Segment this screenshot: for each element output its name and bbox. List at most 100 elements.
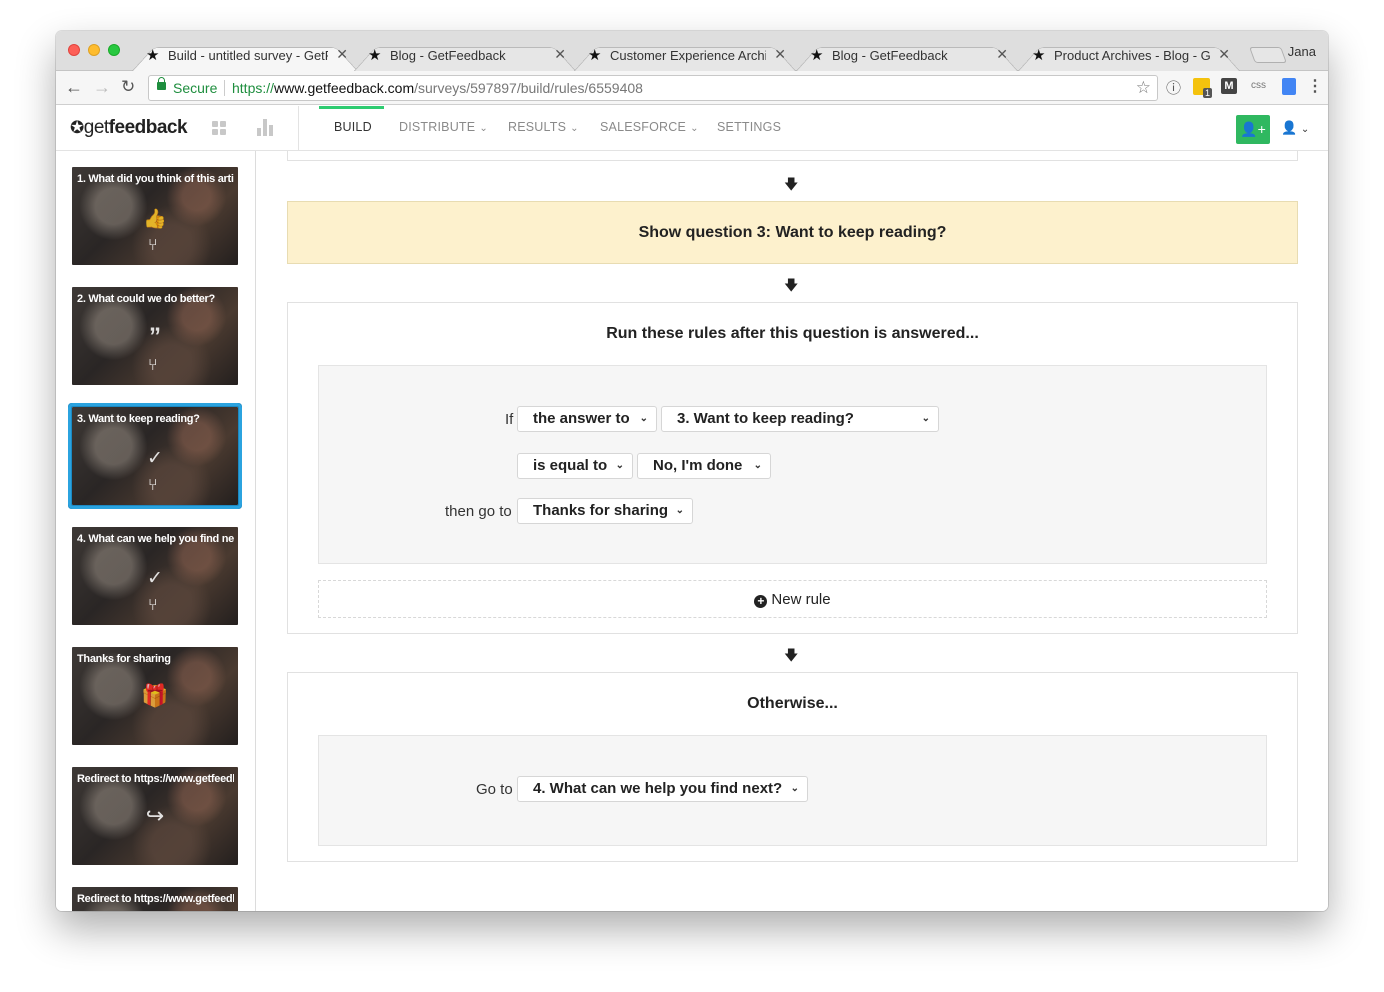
info-extension-icon[interactable]: ⓘ xyxy=(1166,77,1181,98)
close-tab-icon[interactable]: ✕ xyxy=(1218,46,1230,63)
chevron-down-icon: ⌄ xyxy=(615,460,624,471)
user-icon: 👤 xyxy=(1281,120,1298,135)
rules-panel: Run these rules after this question is a… xyxy=(287,302,1298,634)
rule-question-select[interactable]: 3. Want to keep reading? ⌄ xyxy=(661,406,939,432)
close-window-button[interactable] xyxy=(68,44,80,56)
tab-distribute[interactable]: DISTRIBUTE ⌄ xyxy=(399,120,488,134)
reload-icon[interactable]: ↻ xyxy=(121,77,135,97)
chevron-down-icon: ⌄ xyxy=(570,123,579,134)
rules-title: Run these rules after this question is a… xyxy=(606,325,979,342)
browser-toolbar: ← → ↻ Secure https://www.getfeedback.com… xyxy=(56,71,1328,105)
browser-tab-customer-experience[interactable]: ★ Customer Experience Archives ✕ xyxy=(574,40,796,71)
go-to-label: Go to xyxy=(476,781,513,798)
browser-tab-build[interactable]: ★ Build - untitled survey - GetFeedback … xyxy=(132,40,358,71)
chevron-down-icon: ⌄ xyxy=(479,123,488,134)
rule-destination-select[interactable]: Thanks for sharing ⌄ xyxy=(517,498,693,524)
otherwise-box: Go to 4. What can we help you find next?… xyxy=(318,735,1267,846)
active-tab-indicator xyxy=(319,106,384,109)
rule-subject-select[interactable]: the answer to ⌄ xyxy=(517,406,657,432)
lock-icon xyxy=(157,77,166,90)
thanks-card[interactable]: Thanks for sharing 🎁 xyxy=(72,647,238,745)
redirect-card-1[interactable]: Redirect to https://www.getfeedback.com … xyxy=(72,767,238,865)
chevron-down-icon: ⌄ xyxy=(753,460,762,471)
star-favicon-icon: ★ xyxy=(588,47,602,64)
otherwise-title: Otherwise... xyxy=(747,695,838,712)
minimize-window-button[interactable] xyxy=(88,44,100,56)
browser-window: ★ Build - untitled survey - GetFeedback … xyxy=(56,31,1328,911)
app-header: ✪getfeedback BUILD DISTRIBUTE ⌄ RESULTS ⌄ … xyxy=(56,106,1328,151)
address-bar[interactable]: Secure https://www.getfeedback.com/surve… xyxy=(148,75,1158,101)
checkmark-icon: ✓ xyxy=(147,568,163,589)
otherwise-destination-select[interactable]: 4. What can we help you find next? ⌄ xyxy=(517,776,808,802)
down-arrow-icon: 🡇 xyxy=(784,176,799,192)
rule-value-select[interactable]: No, I'm done ⌄ xyxy=(637,453,771,479)
dashboard-grid-icon[interactable] xyxy=(212,121,226,135)
browser-tab-product-archives[interactable]: ★ Product Archives - Blog - GetFeedback … xyxy=(1018,40,1240,71)
mail-extension-icon[interactable]: M xyxy=(1221,78,1237,94)
rules-editor: 🡇 Show question 3: Want to keep reading?… xyxy=(257,151,1328,911)
browser-tab-blog-2[interactable]: ★ Blog - GetFeedback ✕ xyxy=(796,40,1018,71)
tab-settings[interactable]: SETTINGS xyxy=(717,120,781,134)
question-card-1[interactable]: 1. What did you think of this article? 👍… xyxy=(72,167,238,265)
question-card-3[interactable]: 3. Want to keep reading? ✓ ⑂ xyxy=(68,403,242,509)
forward-arrow-icon[interactable]: → xyxy=(93,77,111,98)
getfeedback-logo[interactable]: ✪getfeedback xyxy=(70,117,188,139)
url-text: https://www.getfeedback.com/surveys/5978… xyxy=(232,80,643,96)
then-go-to-label: then go to xyxy=(445,503,512,520)
branch-icon: ⑂ xyxy=(148,597,158,614)
tab-strip: ★ Build - untitled survey - GetFeedback … xyxy=(56,31,1328,71)
tab-build[interactable]: BUILD xyxy=(334,120,372,134)
close-tab-icon[interactable]: ✕ xyxy=(996,46,1008,63)
dropper-extension-icon[interactable] xyxy=(1282,78,1296,95)
star-favicon-icon: ★ xyxy=(146,47,160,64)
bar-chart-icon[interactable] xyxy=(257,119,274,136)
otherwise-panel: Otherwise... Go to 4. What can we help y… xyxy=(287,672,1298,862)
question-card-2[interactable]: 2. What could we do better? ” ⑂ xyxy=(72,287,238,385)
chevron-down-icon: ⌄ xyxy=(790,783,799,794)
chevron-down-icon: ⌄ xyxy=(639,413,648,424)
zoom-window-button[interactable] xyxy=(108,44,120,56)
browser-tab-blog[interactable]: ★ Blog - GetFeedback ✕ xyxy=(354,40,576,71)
tab-salesforce[interactable]: SALESFORCE ⌄ xyxy=(600,120,699,134)
redirect-card-2[interactable]: Redirect to https://www.getfeedback.com xyxy=(72,887,238,911)
bookmark-star-icon[interactable]: ☆ xyxy=(1136,78,1151,98)
css-extension-icon[interactable]: css xyxy=(1251,80,1266,91)
rule-box: If the answer to ⌄ 3. Want to keep readin… xyxy=(318,365,1267,564)
user-menu[interactable]: 👤 ⌄ xyxy=(1281,120,1309,136)
more-menu-icon[interactable]: ⋮ xyxy=(1307,76,1323,96)
extension-badge-icon[interactable]: 1 xyxy=(1193,78,1212,98)
branch-icon: ⑂ xyxy=(148,477,158,494)
back-arrow-icon[interactable]: ← xyxy=(65,77,83,98)
new-rule-button[interactable]: + New rule xyxy=(318,580,1267,618)
star-favicon-icon: ★ xyxy=(810,47,824,64)
add-user-icon: 👤+ xyxy=(1240,121,1266,137)
branch-icon: ⑂ xyxy=(148,357,158,374)
if-label: If xyxy=(505,411,514,428)
tab-results[interactable]: RESULTS ⌄ xyxy=(508,120,579,134)
chevron-down-icon: ⌄ xyxy=(675,505,684,516)
star-favicon-icon: ★ xyxy=(1032,47,1046,64)
chevron-down-icon: ⌄ xyxy=(1300,124,1310,135)
close-tab-icon[interactable]: ✕ xyxy=(554,46,566,63)
logo-star-icon: ✪ xyxy=(70,118,84,137)
rule-operator-select[interactable]: is equal to ⌄ xyxy=(517,453,633,479)
profile-name[interactable]: Jana xyxy=(1288,44,1316,59)
gift-icon: 🎁 xyxy=(141,683,169,708)
down-arrow-icon: 🡇 xyxy=(784,277,799,293)
share-icon: ↪ xyxy=(145,803,165,828)
close-tab-icon[interactable]: ✕ xyxy=(774,46,786,63)
secure-label: Secure xyxy=(173,80,218,96)
new-tab-button[interactable] xyxy=(1249,47,1287,63)
chevron-down-icon: ⌄ xyxy=(690,123,699,134)
thumbs-up-icon: 👍 xyxy=(143,209,167,230)
invite-user-button[interactable]: 👤+ xyxy=(1236,115,1270,144)
show-question-banner: Show question 3: Want to keep reading? xyxy=(287,201,1298,264)
question-sidebar: 1. What did you think of this article? 👍… xyxy=(56,151,256,911)
checkmark-icon: ✓ xyxy=(147,448,163,469)
quote-icon: ” xyxy=(149,323,161,350)
star-favicon-icon: ★ xyxy=(368,47,382,64)
question-card-4[interactable]: 4. What can we help you find next? ✓ ⑂ xyxy=(72,527,238,625)
plus-circle-icon: + xyxy=(754,595,768,608)
close-tab-icon[interactable]: ✕ xyxy=(336,46,348,63)
chevron-down-icon: ⌄ xyxy=(921,413,930,424)
